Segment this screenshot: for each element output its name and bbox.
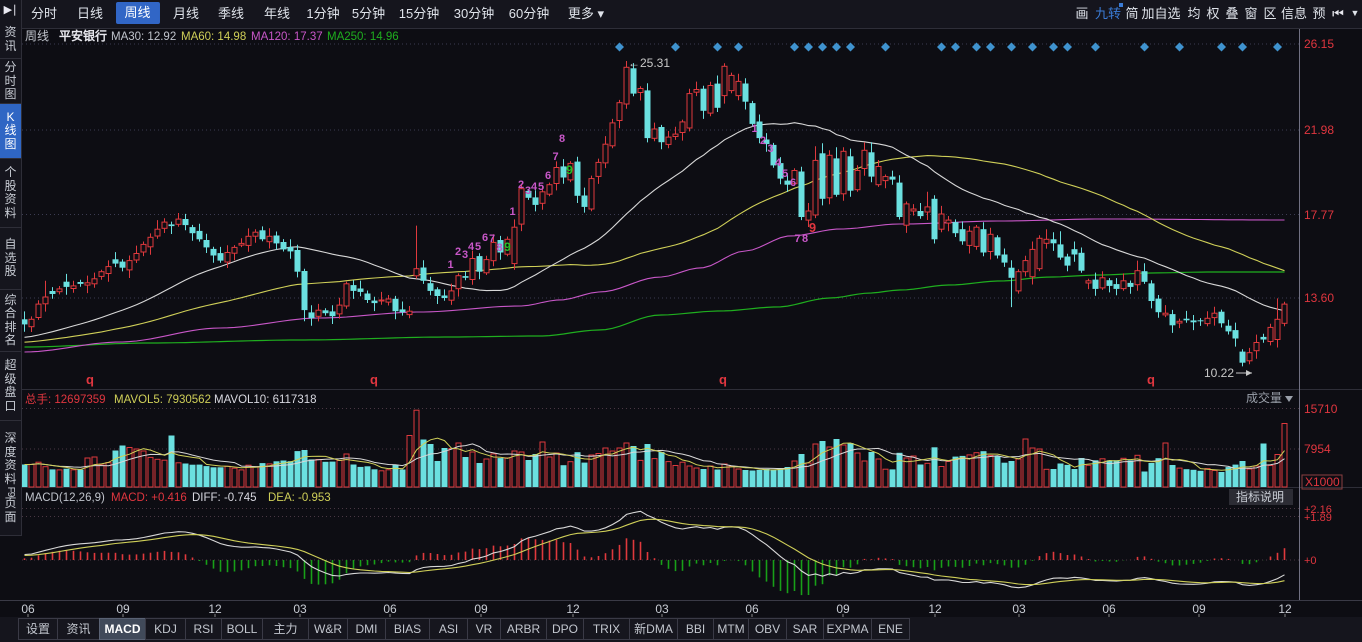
svg-text:1: 1	[751, 123, 757, 135]
svg-text:2: 2	[518, 179, 524, 191]
svg-text:6: 6	[545, 170, 551, 182]
svg-text:09: 09	[474, 602, 488, 616]
svg-text:06: 06	[383, 602, 397, 616]
svg-text:12: 12	[1278, 602, 1292, 616]
svg-text:8: 8	[559, 133, 565, 145]
svg-text:26.15: 26.15	[1304, 37, 1334, 51]
svg-text:q: q	[370, 372, 378, 387]
svg-text:4: 4	[468, 241, 475, 253]
svg-text:总手: 12697359: 总手: 12697359	[25, 392, 106, 406]
svg-text:03: 03	[1012, 602, 1026, 616]
svg-text:5: 5	[475, 241, 481, 253]
svg-text:4: 4	[531, 181, 538, 193]
svg-text:8: 8	[496, 242, 502, 254]
svg-text:06: 06	[745, 602, 759, 616]
svg-text:21.98: 21.98	[1304, 123, 1334, 137]
svg-text:8: 8	[802, 233, 808, 245]
svg-text:+0: +0	[1304, 555, 1317, 567]
svg-text:周线: 周线	[25, 29, 49, 43]
svg-text:DEA: -0.953: DEA: -0.953	[268, 492, 331, 504]
svg-text:MAVOL5: 7930562: MAVOL5: 7930562	[114, 394, 211, 406]
svg-text:5: 5	[782, 168, 788, 180]
svg-text:9: 9	[809, 220, 816, 235]
svg-text:2: 2	[455, 246, 461, 258]
svg-text:6: 6	[790, 177, 796, 189]
svg-text:MA120: 17.37: MA120: 17.37	[251, 31, 323, 43]
svg-text:X1000: X1000	[1305, 475, 1340, 489]
svg-text:03: 03	[655, 602, 669, 616]
svg-text:03: 03	[293, 602, 307, 616]
svg-text:MACD(12,26,9): MACD(12,26,9)	[25, 492, 105, 504]
svg-text:MA250: 14.96: MA250: 14.96	[327, 31, 399, 43]
svg-text:成交量: 成交量	[1246, 390, 1282, 405]
svg-text:MAVOL10: 6117318: MAVOL10: 6117318	[214, 394, 317, 406]
svg-text:12: 12	[208, 602, 222, 616]
svg-text:9: 9	[566, 163, 573, 177]
svg-text:09: 09	[836, 602, 850, 616]
svg-text:17.77: 17.77	[1304, 208, 1334, 222]
svg-text:q: q	[1147, 372, 1155, 387]
svg-text:MACD: +0.416: MACD: +0.416	[111, 492, 187, 504]
svg-text:MA60: 14.98: MA60: 14.98	[181, 31, 246, 43]
svg-text:06: 06	[1102, 602, 1116, 616]
svg-text:DIFF: -0.745: DIFF: -0.745	[192, 492, 257, 504]
svg-text:3: 3	[767, 143, 773, 155]
svg-text:7954: 7954	[1304, 442, 1331, 456]
svg-text:12: 12	[566, 602, 580, 616]
svg-text:MA30: 12.92: MA30: 12.92	[111, 31, 176, 43]
svg-text:6: 6	[482, 232, 488, 244]
svg-text:4: 4	[775, 157, 782, 169]
svg-text:q: q	[86, 372, 94, 387]
svg-text:10.22: 10.22	[1204, 366, 1234, 380]
svg-text:7: 7	[489, 233, 495, 245]
svg-text:15710: 15710	[1304, 402, 1338, 416]
svg-text:09: 09	[1192, 602, 1206, 616]
svg-text:1: 1	[447, 259, 453, 271]
svg-text:指标说明: 指标说明	[1236, 489, 1284, 504]
svg-text:9: 9	[504, 240, 511, 254]
svg-text:13.60: 13.60	[1304, 291, 1334, 305]
svg-text:7: 7	[552, 151, 558, 163]
svg-text:7: 7	[794, 233, 800, 245]
svg-text:q: q	[719, 372, 727, 387]
svg-text:←25.31: ←25.31	[628, 56, 670, 70]
svg-text:06: 06	[21, 602, 35, 616]
svg-text:12: 12	[928, 602, 942, 616]
svg-text:+1.89: +1.89	[1304, 512, 1332, 524]
svg-text:5: 5	[538, 181, 544, 193]
svg-text:09: 09	[116, 602, 130, 616]
svg-text:1: 1	[509, 206, 515, 218]
svg-text:平安银行: 平安银行	[59, 28, 107, 43]
svg-text:2: 2	[760, 135, 766, 147]
